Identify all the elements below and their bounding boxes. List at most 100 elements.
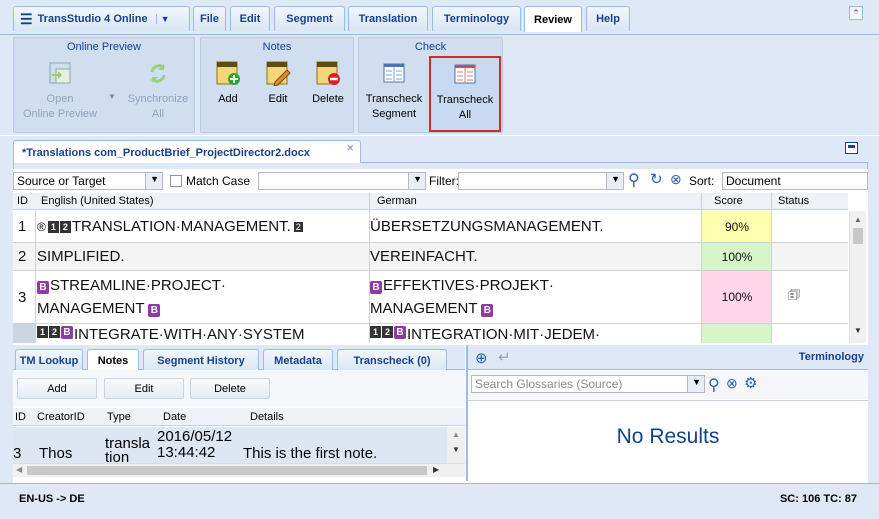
- source-text[interactable]: SIMPLIFIED.: [37, 243, 125, 270]
- note-status-icon[interactable]: 🗊: [788, 271, 800, 323]
- tab-help[interactable]: Help: [586, 6, 630, 31]
- col-score[interactable]: Score: [714, 195, 743, 207]
- tab-segment[interactable]: Segment: [274, 6, 345, 31]
- open-online-preview-button[interactable]: Open Online Preview: [20, 60, 100, 122]
- glossary-search-input[interactable]: Search Glossaries (Source) ▼: [471, 375, 705, 393]
- tag-icon: 2: [59, 220, 71, 233]
- ribbon: Online Preview Open Online Preview ▼ Syn…: [0, 35, 879, 135]
- tab-transcheck[interactable]: Transcheck (0): [337, 349, 447, 371]
- delete-note-button[interactable]: Delete: [305, 60, 351, 107]
- synchronize-all-button[interactable]: Synchronize All: [124, 60, 192, 122]
- tab-review[interactable]: Review: [524, 6, 582, 32]
- source-text[interactable]: ® 12 TRANSLATION·MANAGEMENT. 2: [37, 211, 367, 242]
- source-text[interactable]: B STREAMLINE·PROJECT· MANAGEMENT B: [37, 271, 226, 323]
- terminology-title: Terminology: [798, 351, 864, 363]
- tab-edit[interactable]: Edit: [230, 6, 270, 31]
- delete-note-button[interactable]: Delete: [190, 378, 270, 399]
- segment-id: 2: [18, 248, 27, 265]
- score-cell: 100%: [702, 271, 772, 323]
- tag-icon: 1: [47, 220, 59, 233]
- tab-notes[interactable]: Notes: [87, 349, 139, 371]
- document-tab[interactable]: *Translations com_ProductBrief_ProjectDi…: [13, 140, 361, 163]
- terminology-header: ⊕ ↵ Terminology: [468, 345, 868, 370]
- chevron-down-icon: ▼: [150, 174, 159, 184]
- transcheck-all-icon: [452, 61, 478, 87]
- tab-metadata[interactable]: Metadata: [263, 349, 333, 371]
- chevron-down-icon: ▼: [413, 174, 422, 184]
- tab-translation[interactable]: Translation: [348, 6, 428, 31]
- target-text[interactable]: ÜBERSETZUNGSMANAGEMENT.: [370, 211, 700, 242]
- app-menu-button[interactable]: ☰ TransStudio 4 Online ▼: [13, 6, 190, 31]
- group-notes: Notes Add Edit Delete: [200, 37, 354, 133]
- settings-icon[interactable]: ⚙: [744, 374, 757, 392]
- note-row[interactable]: 3 Thos transla tion 2016/05/12 13:44:42 …: [13, 427, 447, 463]
- clear-search-icon[interactable]: ⊗: [726, 375, 738, 392]
- collapse-ribbon-icon[interactable]: ⌃: [849, 6, 863, 20]
- col-type[interactable]: Type: [107, 411, 131, 423]
- edit-note-button[interactable]: Edit: [104, 378, 184, 399]
- grid-scrollbar[interactable]: ▲ ▼: [849, 211, 866, 343]
- add-note-button[interactable]: Add: [207, 60, 249, 107]
- tag-icon: 2: [49, 326, 60, 338]
- registered-icon: ®: [37, 219, 46, 234]
- col-id[interactable]: ID: [17, 195, 28, 207]
- segment-row[interactable]: 3 B STREAMLINE·PROJECT· MANAGEMENT B B EFF…: [13, 271, 848, 324]
- search-input[interactable]: ▼: [258, 172, 426, 190]
- tab-file[interactable]: File: [193, 6, 226, 31]
- segment-row[interactable]: 1 ® 12 TRANSLATION·MANAGEMENT. 2 ÜBERSET…: [13, 211, 848, 243]
- search-toolbar: Source or Target ▼ Match Case ▼ Filter: …: [13, 170, 868, 191]
- terminology-results: No Results: [468, 400, 868, 481]
- filter-select[interactable]: ▼: [458, 172, 624, 190]
- search-scope-select[interactable]: Source or Target ▼: [13, 172, 163, 190]
- chevron-down-icon: ▼: [155, 14, 170, 24]
- col-note-id[interactable]: ID: [15, 411, 26, 423]
- col-details[interactable]: Details: [250, 411, 284, 423]
- note-delete-icon: [315, 60, 341, 86]
- add-term-icon[interactable]: ⊕: [475, 349, 488, 367]
- col-date[interactable]: Date: [163, 411, 186, 423]
- maximize-panel-icon[interactable]: [845, 142, 858, 154]
- preview-icon: [47, 60, 73, 86]
- segment-row[interactable]: 12B INTEGRATE·WITH·ANY·SYSTEM 12B INTEGR…: [13, 324, 848, 343]
- col-status[interactable]: Status: [778, 195, 809, 207]
- insert-term-icon[interactable]: ↵: [498, 348, 511, 366]
- chevron-down-icon[interactable]: ▼: [108, 92, 116, 101]
- search-icon[interactable]: ⚲: [708, 375, 720, 395]
- col-creator[interactable]: CreatorID: [37, 411, 85, 423]
- transcheck-segment-button[interactable]: Transcheck Segment: [363, 60, 425, 122]
- transcheck-all-button[interactable]: Transcheck All: [429, 56, 501, 132]
- search-icon[interactable]: ⚲: [628, 170, 640, 190]
- notes-scrollbar[interactable]: ▲ ▼: [447, 427, 465, 463]
- sync-icon: [145, 60, 171, 86]
- add-note-button[interactable]: Add: [17, 378, 97, 399]
- filter-label: Filter:: [429, 174, 459, 188]
- segment-counts: SC: 106 TC: 87: [779, 493, 857, 505]
- edit-note-button[interactable]: Edit: [257, 60, 299, 107]
- segment-row[interactable]: 2 SIMPLIFIED. VEREINFACHT. 100%: [13, 243, 848, 271]
- left-edge: [0, 136, 13, 483]
- bold-tag-icon: B: [394, 326, 406, 339]
- group-check: Check Transcheck Segment Transcheck All: [358, 37, 503, 133]
- transcheck-segment-icon: [381, 60, 407, 86]
- sort-select[interactable]: Document: [722, 172, 868, 190]
- source-text[interactable]: 12B INTEGRATE·WITH·ANY·SYSTEM: [37, 326, 305, 343]
- divider: [369, 193, 370, 343]
- target-text[interactable]: VEREINFACHT.: [370, 243, 478, 270]
- tab-terminology[interactable]: Terminology: [432, 6, 521, 31]
- bold-tag-icon: B: [148, 304, 161, 317]
- tab-tm-lookup[interactable]: TM Lookup: [15, 349, 83, 371]
- target-text[interactable]: B EFFEKTIVES·PROJEKT· MANAGEMENT B: [370, 271, 554, 323]
- divider: [771, 193, 772, 343]
- notes-hscrollbar[interactable]: ◀ ▶: [13, 463, 465, 477]
- col-source[interactable]: English (United States): [41, 195, 154, 207]
- clear-search-icon[interactable]: ⊗: [670, 171, 682, 188]
- bold-tag-icon: B: [370, 281, 382, 294]
- chevron-down-icon: ▼: [611, 174, 620, 184]
- note-add-icon: [215, 60, 241, 86]
- close-icon[interactable]: ✕: [346, 143, 354, 154]
- match-case-checkbox[interactable]: [170, 175, 182, 187]
- tab-segment-history[interactable]: Segment History: [143, 349, 259, 371]
- target-text[interactable]: 12B INTEGRATION·MIT·JEDEM·: [370, 326, 600, 343]
- refresh-search-icon[interactable]: ↻: [650, 170, 663, 188]
- col-target[interactable]: German: [377, 195, 417, 207]
